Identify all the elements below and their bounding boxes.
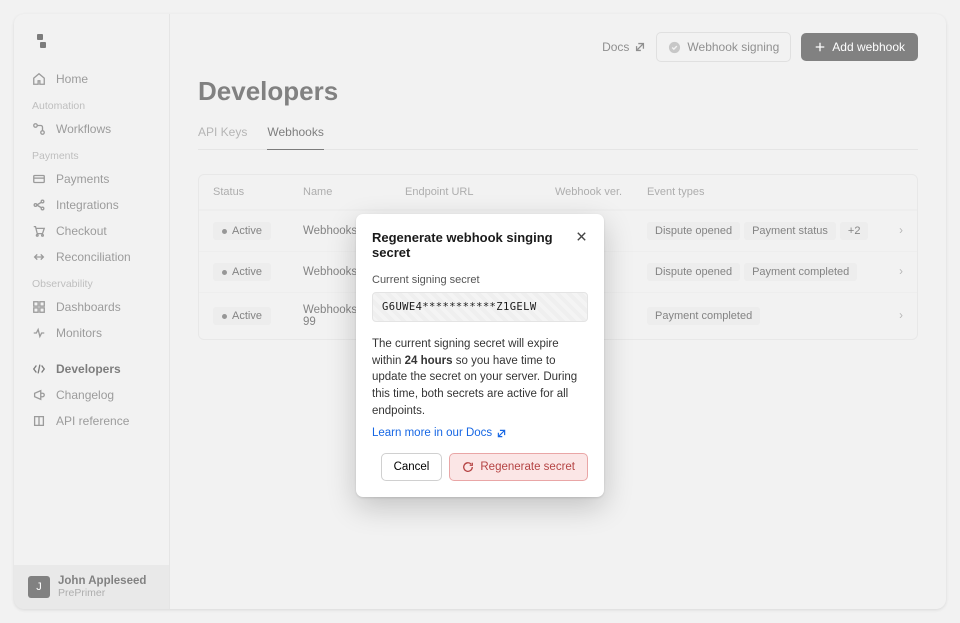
cancel-button[interactable]: Cancel [381, 453, 443, 481]
secret-value: G6UWE4***********Z1GELW [372, 292, 588, 322]
regenerate-button[interactable]: Regenerate secret [449, 453, 588, 481]
btn-label: Regenerate secret [480, 461, 575, 473]
modal-title: Regenerate webhook singing secret [372, 230, 575, 260]
external-link-icon [496, 428, 507, 439]
modal-body: The current signing secret will expire w… [372, 336, 588, 419]
close-icon [575, 230, 588, 243]
docs-inline-link[interactable]: Learn more in our Docs [372, 427, 507, 439]
link-label: Learn more in our Docs [372, 427, 492, 439]
field-label: Current signing secret [372, 274, 588, 286]
regenerate-secret-modal: Regenerate webhook singing secret Curren… [356, 214, 604, 497]
refresh-icon [462, 461, 474, 473]
close-button[interactable] [575, 230, 588, 246]
modal-overlay: Regenerate webhook singing secret Curren… [14, 14, 946, 609]
